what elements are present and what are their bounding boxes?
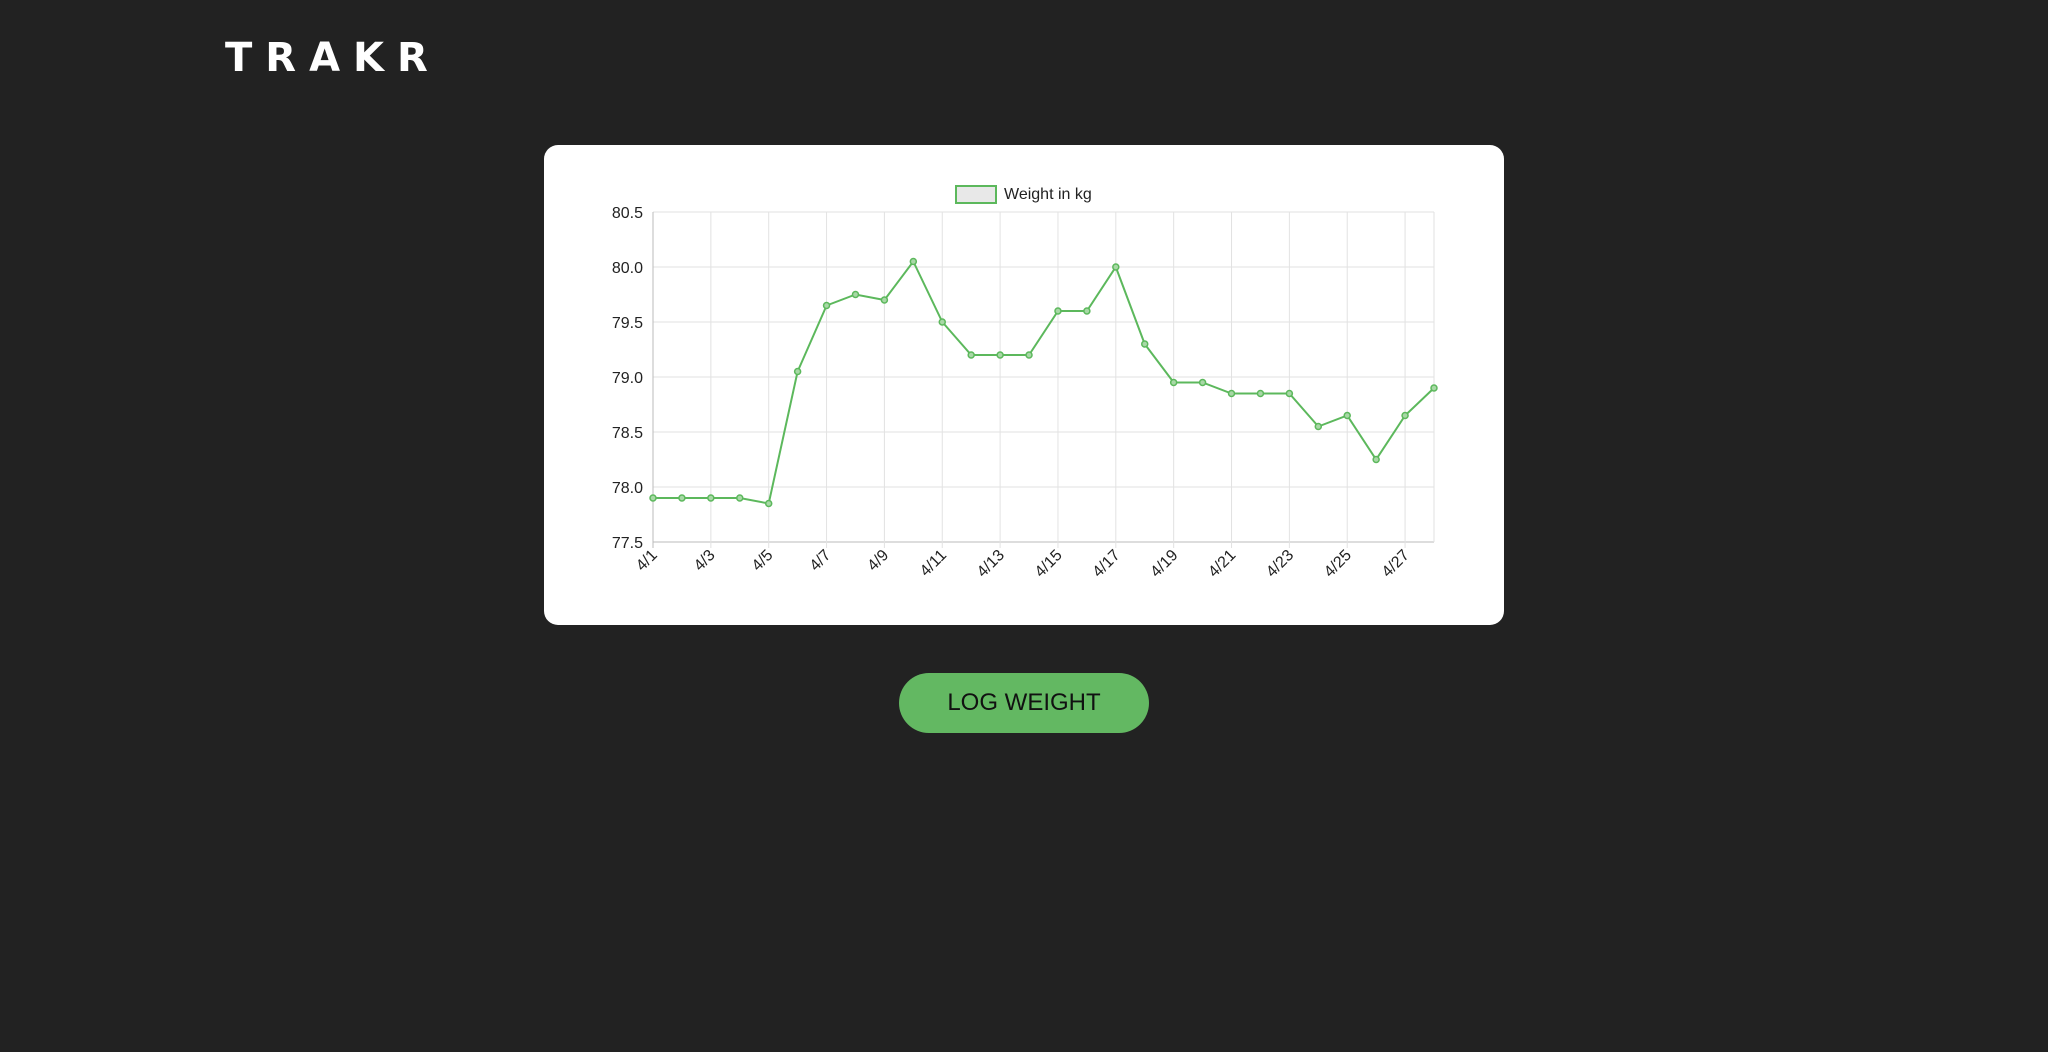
data-point	[1025, 351, 1033, 359]
data-point	[1140, 340, 1149, 348]
x-tick-label: 4/11	[917, 547, 950, 580]
data-point	[851, 290, 860, 299]
data-point	[1343, 411, 1351, 420]
x-tick-label: 4/17	[1090, 547, 1124, 581]
x-tick-label: 4/19	[1147, 547, 1181, 581]
data-point	[1314, 422, 1323, 431]
x-tick-label: 4/9	[864, 547, 892, 575]
data-point	[764, 499, 773, 508]
data-point	[1054, 307, 1062, 315]
y-tick-label: 80.5	[612, 205, 643, 222]
data-point	[1285, 389, 1294, 398]
data-point	[1198, 378, 1207, 387]
chart-card: Weight in kg 77.5 78.0 78.5 79.0 79.5 80.0 80.…	[544, 145, 1504, 625]
app-logo: TRAKR	[225, 35, 441, 81]
y-tick-label: 78.0	[612, 480, 643, 497]
y-axis-ticks: 77.5 78.0 78.5 79.0 79.5 80.0 80.5	[612, 205, 643, 552]
data-point	[1430, 384, 1438, 392]
x-tick-label: 4/13	[974, 547, 1008, 581]
x-tick-label: 4/21	[1205, 547, 1239, 581]
data-point	[909, 257, 918, 266]
legend-label: Weight in kg	[1004, 186, 1092, 203]
data-point	[967, 351, 975, 359]
data-point	[938, 318, 947, 326]
data-point	[1256, 389, 1265, 398]
y-tick-label: 79.5	[612, 315, 643, 332]
data-point	[1227, 389, 1236, 398]
series-line-weight	[653, 259, 1435, 505]
x-tick-label: 4/27	[1379, 547, 1413, 581]
data-point	[649, 494, 657, 502]
x-tick-label: 4/3	[691, 547, 719, 575]
legend-swatch	[955, 185, 997, 204]
y-tick-label: 78.5	[612, 425, 643, 442]
data-point	[1112, 263, 1120, 271]
data-point	[996, 351, 1004, 359]
data-point	[1401, 411, 1409, 420]
x-tick-label: 4/5	[749, 547, 777, 575]
data-point	[678, 494, 686, 502]
data-point	[1169, 378, 1178, 387]
x-tick-label: 4/23	[1263, 547, 1297, 581]
data-point	[1083, 307, 1091, 315]
data-point	[880, 296, 889, 304]
chart-legend: Weight in kg	[955, 185, 1092, 204]
x-tick-label: 4/25	[1321, 547, 1355, 581]
x-tick-label: 4/15	[1032, 547, 1066, 581]
x-tick-label: 4/7	[807, 547, 835, 575]
series-points	[649, 257, 1438, 508]
data-point	[822, 301, 831, 310]
data-point	[707, 494, 715, 502]
y-tick-label: 77.5	[612, 535, 643, 552]
y-tick-label: 80.0	[612, 260, 643, 277]
data-point	[1372, 455, 1380, 464]
y-tick-label: 79.0	[612, 370, 643, 387]
x-axis-ticks: 4/1 4/3 4/5 4/7 4/9 4/11 4/13 4/15 4/17 4/19 4/21 4…	[633, 547, 1413, 581]
log-weight-button[interactable]: LOG WEIGHT	[899, 673, 1149, 733]
data-point	[793, 367, 802, 376]
weight-line-chart: Weight in kg 77.5 78.0 78.5 79.0 79.5 80.0 80.…	[612, 185, 1438, 581]
data-point	[736, 494, 744, 502]
